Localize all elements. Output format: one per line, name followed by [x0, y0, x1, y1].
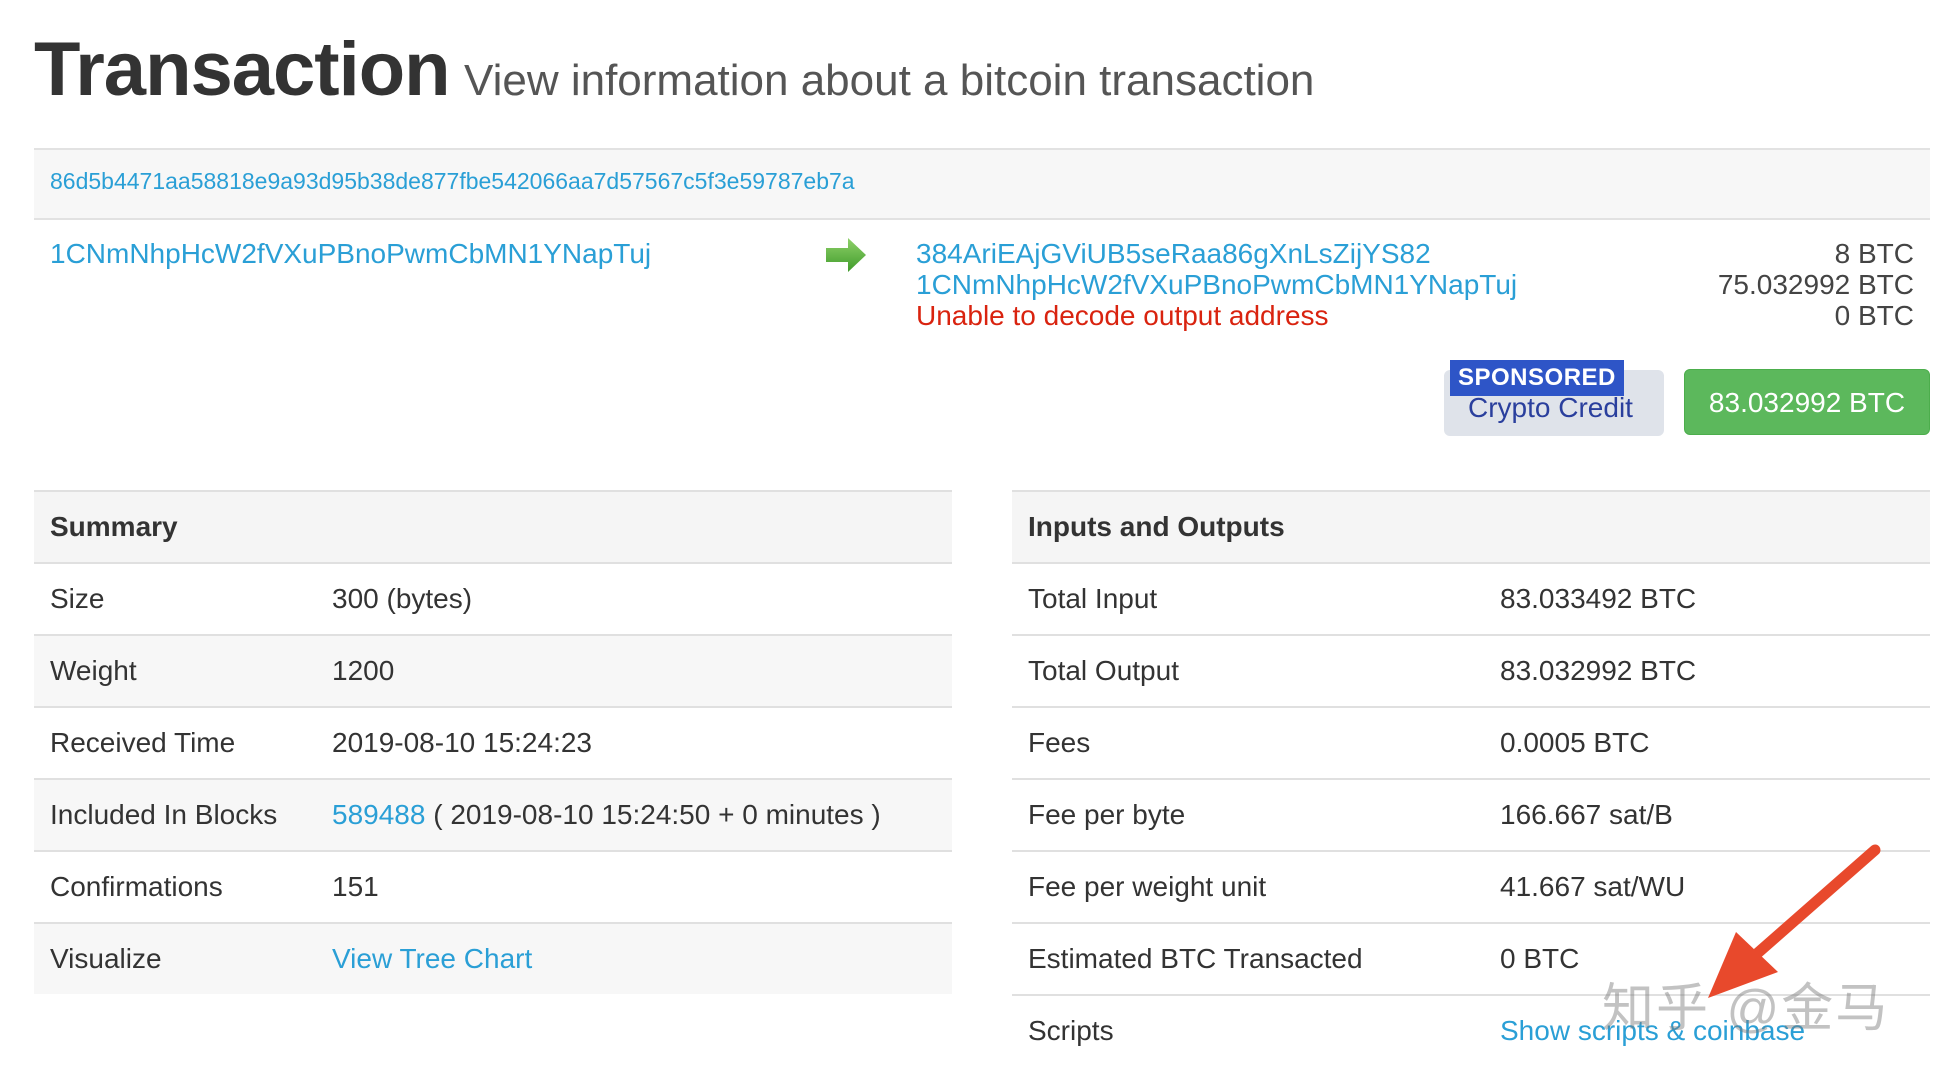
transaction-io-area: 1CNmNhpHcW2fVXuPBnoPwmCbMN1YNapTuj 384Ar… [34, 220, 1930, 460]
total-amount-button[interactable]: 83.032992 BTC [1684, 369, 1930, 435]
block-height-link[interactable]: 589488 [332, 799, 425, 830]
row-value: 83.033492 BTC [1484, 562, 1930, 635]
row-label: Fees [1012, 706, 1484, 779]
row-value: 41.667 sat/WU [1484, 850, 1930, 923]
transaction-box: 86d5b4471aa58818e9a93d95b38de877fbe54206… [34, 148, 1930, 460]
view-tree-chart-link[interactable]: View Tree Chart [332, 943, 532, 974]
table-row: Total Output 83.032992 BTC [1012, 634, 1930, 707]
summary-heading: Summary [34, 490, 952, 563]
table-row: Fee per byte 166.667 sat/B [1012, 778, 1930, 851]
page-header: Transaction View information about a bit… [34, 26, 1314, 113]
row-value: 1200 [316, 634, 952, 707]
transaction-hash-row: 86d5b4471aa58818e9a93d95b38de877fbe54206… [34, 148, 1930, 220]
page-subtitle: View information about a bitcoin transac… [464, 56, 1315, 105]
output-decode-error: Unable to decode output address [916, 300, 1329, 331]
output-row: 1CNmNhpHcW2fVXuPBnoPwmCbMN1YNapTuj [916, 269, 1517, 301]
row-label: Total Input [1012, 562, 1484, 635]
output-amount: 75.032992 BTC [1717, 269, 1914, 300]
output-row: Unable to decode output address [916, 300, 1329, 332]
row-label: Total Output [1012, 634, 1484, 707]
arrow-right-icon [826, 238, 866, 272]
summary-table: Summary Size 300 (bytes) Weight 1200 Rec… [34, 490, 952, 994]
block-time: ( 2019-08-10 15:24:50 + 0 minutes ) [433, 799, 881, 830]
row-value: 83.032992 BTC [1484, 634, 1930, 707]
row-value: 589488 ( 2019-08-10 15:24:50 + 0 minutes… [316, 778, 952, 851]
row-value: 166.667 sat/B [1484, 778, 1930, 851]
row-label: Received Time [34, 706, 316, 779]
row-value: 300 (bytes) [316, 562, 952, 635]
output-amount: 0 BTC [1834, 300, 1914, 331]
sponsored-button-label: Crypto Credit [1468, 392, 1633, 423]
row-value: View Tree Chart [316, 922, 952, 994]
table-row: Weight 1200 [34, 634, 952, 707]
output-row: 384AriEAjGViUB5seRaa86gXnLsZijYS82 [916, 238, 1431, 270]
table-row: Total Input 83.033492 BTC [1012, 562, 1930, 635]
table-row: Included In Blocks 589488 ( 2019-08-10 1… [34, 778, 952, 851]
output-address-link[interactable]: 384AriEAjGViUB5seRaa86gXnLsZijYS82 [916, 238, 1431, 269]
watermark: 知乎 @金马 [1602, 980, 1890, 1038]
row-label: Scripts [1012, 994, 1484, 1066]
inputs-outputs-heading: Inputs and Outputs [1012, 490, 1930, 563]
row-label: Confirmations [34, 850, 316, 923]
row-value: 0.0005 BTC [1484, 706, 1930, 779]
page-title: Transaction [34, 27, 451, 112]
row-label: Included In Blocks [34, 778, 316, 851]
table-row: Size 300 (bytes) [34, 562, 952, 635]
row-label: Estimated BTC Transacted [1012, 922, 1484, 995]
output-amount: 8 BTC [1834, 238, 1914, 269]
row-label: Fee per weight unit [1012, 850, 1484, 923]
table-row: Received Time 2019-08-10 15:24:23 [34, 706, 952, 779]
table-row: Visualize View Tree Chart [34, 922, 952, 994]
row-label: Visualize [34, 922, 316, 994]
sponsored-badge: SPONSORED [1450, 360, 1624, 396]
input-address-link[interactable]: 1CNmNhpHcW2fVXuPBnoPwmCbMN1YNapTuj [50, 238, 651, 270]
table-row: Confirmations 151 [34, 850, 952, 923]
transaction-hash-link[interactable]: 86d5b4471aa58818e9a93d95b38de877fbe54206… [50, 168, 855, 195]
table-row: Fees 0.0005 BTC [1012, 706, 1930, 779]
row-label: Fee per byte [1012, 778, 1484, 851]
row-label: Size [34, 562, 316, 635]
output-address-link[interactable]: 1CNmNhpHcW2fVXuPBnoPwmCbMN1YNapTuj [916, 269, 1517, 300]
row-value: 151 [316, 850, 952, 923]
row-value: 2019-08-10 15:24:23 [316, 706, 952, 779]
table-row: Fee per weight unit 41.667 sat/WU [1012, 850, 1930, 923]
row-label: Weight [34, 634, 316, 707]
